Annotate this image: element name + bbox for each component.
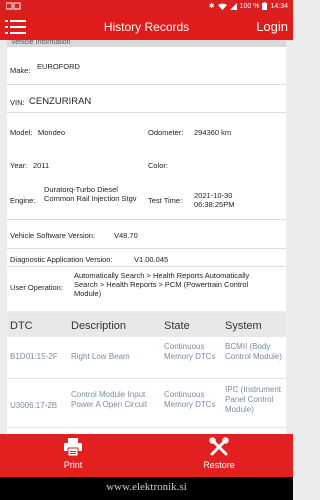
table-row[interactable]: B1D01:15-2F Right Low Beam Continuous Me… <box>7 337 286 379</box>
user-operation-label: User Operation: <box>10 283 63 292</box>
clock: 14:34 <box>270 2 288 10</box>
section-header: Vehicle Information <box>7 40 286 47</box>
watermark: www.elektronik.si <box>106 481 187 493</box>
divider <box>7 248 286 249</box>
diagnostic-app-value: V1.00.045 <box>134 255 169 264</box>
odometer-label: Odometer: <box>148 128 184 137</box>
status-app-icons <box>5 2 21 10</box>
restore-label: Restore <box>203 460 235 470</box>
app-bar: History Records Login <box>0 13 293 40</box>
vin-label: VIN: <box>10 98 25 107</box>
make-value: EUROFORD <box>37 62 80 71</box>
wifi-icon <box>217 3 227 10</box>
engine-label: Engine: <box>10 196 36 205</box>
vehicle-software-label: Vehicle Software Version: <box>10 231 96 240</box>
vehicle-details-panel: Vehicle Information Make: EUROFORD VIN: … <box>7 40 286 311</box>
login-button[interactable]: Login <box>256 19 288 34</box>
divider <box>7 112 286 113</box>
battery-icon <box>262 2 268 10</box>
vehicle-software-value: V48.70 <box>114 231 138 240</box>
odometer-value: 294360 km <box>194 128 232 137</box>
model-value: Mondeo <box>38 128 66 137</box>
make-label: Make: <box>10 66 31 75</box>
print-label: Print <box>63 460 83 470</box>
notification-icons <box>5 2 22 12</box>
bottom-toolbar: Print Restore <box>0 434 293 477</box>
history-records-screen: ✱ 100 % 14:34 History Records Login Vehi… <box>0 0 293 500</box>
signal-icon <box>229 2 237 10</box>
column-header-dtc: DTC <box>10 320 33 332</box>
column-header-system: System <box>225 320 262 332</box>
divider <box>7 219 286 220</box>
year-label: Year: <box>10 161 28 170</box>
diagnostic-app-label: Diagnostic Application Version: <box>10 255 113 264</box>
dtc-system: BCMII (Body Control Module) <box>225 342 282 361</box>
printer-icon <box>64 438 82 457</box>
user-operation-value: Automatically Search > Health Reports Au… <box>74 271 250 298</box>
test-time-label: Test Time: <box>148 196 183 205</box>
navigation-bar: www.elektronik.si <box>0 477 293 500</box>
year-value: 2011 <box>33 161 50 170</box>
dtc-state: Continuous Memory DTCs <box>164 390 216 409</box>
dtc-description: Control Module Input Power A Open Circui… <box>71 390 148 409</box>
column-header-state: State <box>164 320 190 332</box>
test-time-value: 2021-10-30 06:38:25PM <box>194 191 235 209</box>
dtc-description: Right Low Beam <box>71 352 130 361</box>
divider <box>7 266 286 267</box>
page-title: History Records <box>103 20 190 34</box>
table-row[interactable]: U3006:17-2B Control Module Input Power A… <box>7 380 286 428</box>
dtc-table: DTC Description State System B1D01:15-2F… <box>7 313 286 435</box>
engine-value: Duratorq-Turbo Diesel Common Rail Inject… <box>44 185 137 203</box>
dtc-code: B1D01:15-2F <box>10 352 58 361</box>
wrench-icon <box>209 437 229 456</box>
print-button[interactable]: Print <box>0 434 146 477</box>
status-bar: ✱ 100 % 14:34 <box>0 0 293 13</box>
divider <box>7 84 286 85</box>
column-header-description: Description <box>71 320 127 332</box>
model-label: Model: <box>10 128 33 137</box>
dtc-state: Continuous Memory DTCs <box>164 342 216 361</box>
bluetooth-icon: ✱ <box>208 3 215 10</box>
dtc-code: U3006:17-2B <box>10 401 58 410</box>
restore-button[interactable]: Restore <box>146 434 292 477</box>
system-status: ✱ 100 % 14:34 <box>209 2 288 10</box>
dtc-table-header: DTC Description State System <box>7 313 286 337</box>
battery-level: 100 % <box>239 2 260 10</box>
dtc-system: IPC (Instrument Panel Control Module) <box>225 385 282 414</box>
vin-value: CENZURIRAN <box>29 96 92 107</box>
color-label: Color: <box>148 161 169 170</box>
